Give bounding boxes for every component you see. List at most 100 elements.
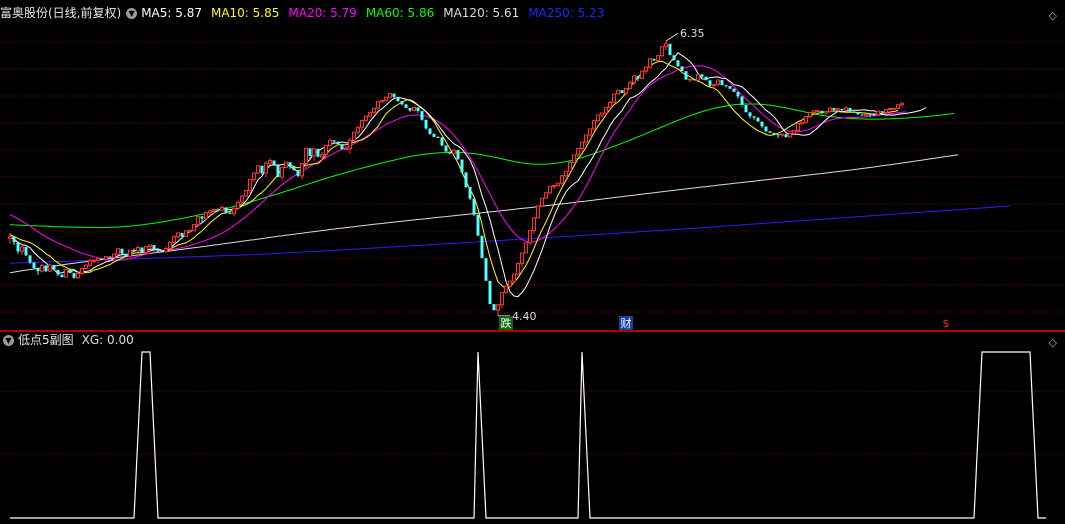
candle-body (304, 147, 308, 164)
candle (500, 292, 504, 308)
candle (184, 230, 188, 237)
candle (12, 236, 16, 246)
candle (136, 245, 140, 253)
candle-body (104, 255, 108, 260)
candle-body (360, 119, 364, 128)
candle-body (700, 74, 704, 77)
candle-body (876, 110, 880, 116)
candle-body (300, 162, 304, 177)
candle-body (168, 241, 172, 250)
candle-body (80, 267, 84, 274)
candle-body (116, 248, 120, 255)
candle (180, 232, 184, 237)
candle (116, 248, 120, 255)
candle (476, 214, 480, 236)
ma-line-ma5 (9, 52, 927, 298)
candle-body (332, 140, 336, 142)
candle (432, 133, 436, 137)
candle (648, 58, 652, 69)
candle (620, 90, 624, 93)
candle (596, 114, 600, 123)
candle-body (800, 121, 804, 124)
candle (408, 107, 412, 112)
candle (120, 248, 124, 254)
candle-body (500, 292, 504, 306)
candle (588, 128, 592, 137)
candle (272, 160, 276, 166)
candle-body (664, 43, 668, 48)
candle-body (368, 111, 372, 117)
candle-body (460, 159, 464, 173)
candle-body (632, 75, 636, 84)
candle (284, 161, 288, 168)
candle-body (240, 195, 244, 203)
candle-body (856, 112, 860, 115)
candle-body (544, 192, 548, 199)
candle (460, 159, 464, 175)
candle-body (308, 148, 312, 156)
candle-body (764, 126, 768, 132)
candle-body (152, 245, 156, 250)
signal-mark: 跌 (499, 316, 513, 330)
candle-body (260, 165, 264, 174)
candle-body (736, 91, 740, 97)
candle-body (844, 107, 848, 111)
high-price-marker (665, 32, 679, 42)
ma120-label: MA120: 5.61 (443, 6, 520, 20)
candle (560, 175, 564, 186)
candle-body (900, 102, 904, 106)
candle (360, 119, 364, 131)
candle-body (232, 207, 236, 215)
candle-body (12, 236, 16, 243)
candle-body (480, 235, 484, 259)
candle (668, 43, 672, 56)
candle-body (292, 166, 296, 171)
candle-body (340, 144, 344, 150)
candle (220, 205, 224, 212)
candle-body (296, 170, 300, 176)
diamond-icon[interactable]: ◇ (1049, 336, 1057, 349)
candle (496, 304, 500, 316)
candle-body (540, 197, 544, 207)
candle (448, 151, 452, 154)
candle (896, 104, 900, 110)
candle (80, 267, 84, 276)
candle (820, 110, 824, 115)
diamond-icon[interactable]: ◇ (1049, 9, 1057, 22)
candle-body (220, 206, 224, 211)
candle-body (840, 108, 844, 111)
chevron-down-icon[interactable]: ▼ (126, 7, 138, 19)
candle (900, 102, 904, 107)
candle-body (656, 55, 660, 62)
candle-body (892, 107, 896, 110)
candle (556, 182, 560, 187)
chevron-down-icon[interactable]: ▼ (3, 334, 14, 346)
candle-body (384, 96, 388, 101)
candle (372, 107, 376, 114)
candle-body (88, 259, 92, 266)
candle-body (412, 106, 416, 111)
candle (24, 247, 28, 256)
candle (148, 244, 152, 249)
candle-body (52, 265, 56, 270)
candle (92, 259, 96, 264)
candle (188, 228, 192, 233)
candle (540, 197, 544, 207)
candle-body (580, 141, 584, 150)
candle (32, 262, 36, 269)
candle-body (344, 148, 348, 151)
candle-body (404, 104, 408, 108)
candle (264, 161, 268, 178)
candle (512, 273, 516, 284)
candle (368, 111, 372, 118)
candle-body (424, 119, 428, 129)
candle (336, 141, 340, 145)
candle (420, 111, 424, 121)
candle (708, 80, 712, 88)
candle-body (44, 265, 48, 272)
ma250-label: MA250: 5.23 (528, 6, 605, 20)
candle-body (432, 133, 436, 137)
candle-body (272, 160, 276, 166)
candle (192, 224, 196, 232)
candle (720, 80, 724, 86)
